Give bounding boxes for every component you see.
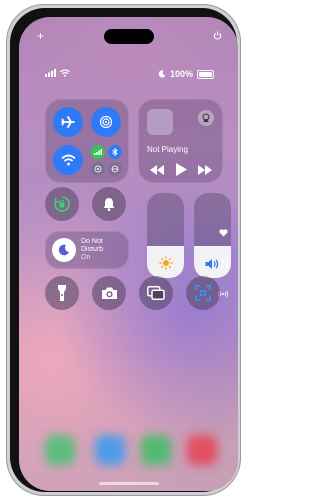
vpn-button[interactable] [108,162,122,176]
connectivity-tile [45,99,129,183]
orientation-lock-button[interactable] [45,187,79,221]
screen-mirroring-icon [147,286,165,300]
airplay-button[interactable] [198,110,214,126]
battery-icon [197,69,214,79]
cellular-signal-icon [45,69,56,77]
airplane-icon [61,116,75,128]
airdrop-icon [99,115,113,129]
orientation-lock-icon [54,196,70,212]
next-track-icon[interactable] [198,164,212,175]
plus-icon[interactable]: + [37,30,44,42]
status-bar-left [45,69,70,77]
phone-frame: + 100% Not Playing Do Not Disturb On [6,4,241,496]
focus-title-line2: Disturb [81,246,104,253]
airdrop-button[interactable] [91,107,121,137]
airplay-icon [202,113,210,122]
blurred-app-icon [45,435,75,465]
battery-percent: 100% [169,69,193,79]
code-scanner-button[interactable] [186,276,220,310]
media-controls [150,163,212,176]
flashlight-button[interactable] [45,276,79,310]
wifi-icon [60,154,76,166]
focus-title-line1: Do Not [81,238,103,245]
heart-icon[interactable] [219,229,228,237]
camera-button[interactable] [92,276,126,310]
now-playing-tile[interactable]: Not Playing [138,99,223,183]
blurred-app-icon [187,435,217,465]
personal-hotspot-button[interactable] [91,162,105,176]
moon-icon [52,238,76,262]
wifi-icon [60,69,70,77]
wifi-button[interactable] [53,145,83,175]
play-icon[interactable] [175,163,187,176]
bluetooth-button[interactable] [108,145,122,159]
blurred-app-icon [141,435,171,465]
phone-bezel: + 100% Not Playing Do Not Disturb On [10,8,238,492]
status-bar-right: 100% [158,69,214,79]
home-indicator[interactable] [99,482,159,485]
cellular-data-button[interactable] [91,145,105,159]
personal-hotspot-icon [94,165,102,173]
camera-icon [101,287,117,299]
vpn-icon [111,165,119,173]
bluetooth-icon [112,148,118,156]
flashlight-icon [58,285,66,301]
focus-do-not-disturb-tile[interactable]: Do Not Disturb On [45,231,129,269]
brightness-slider[interactable] [147,193,184,278]
now-playing-status: Not Playing [147,145,188,154]
bell-icon [103,198,115,211]
focus-label: Do Not Disturb On [81,238,103,262]
dynamic-island [104,29,154,44]
qr-code-scanner-icon [195,285,211,301]
power-icon[interactable] [213,31,222,40]
moon-icon [158,70,166,78]
album-art-placeholder [147,109,173,135]
control-center-screen: + 100% Not Playing Do Not Disturb On [19,17,238,491]
sun-icon [147,256,184,270]
screen-mirroring-button[interactable] [139,276,173,310]
airplane-mode-button[interactable] [53,107,83,137]
previous-track-icon[interactable] [150,164,164,175]
blurred-app-icon [95,435,125,465]
silent-mode-button[interactable] [92,187,126,221]
focus-status: On [81,254,91,261]
cellular-data-icon [94,149,102,155]
music-note-icon[interactable] [220,259,228,269]
